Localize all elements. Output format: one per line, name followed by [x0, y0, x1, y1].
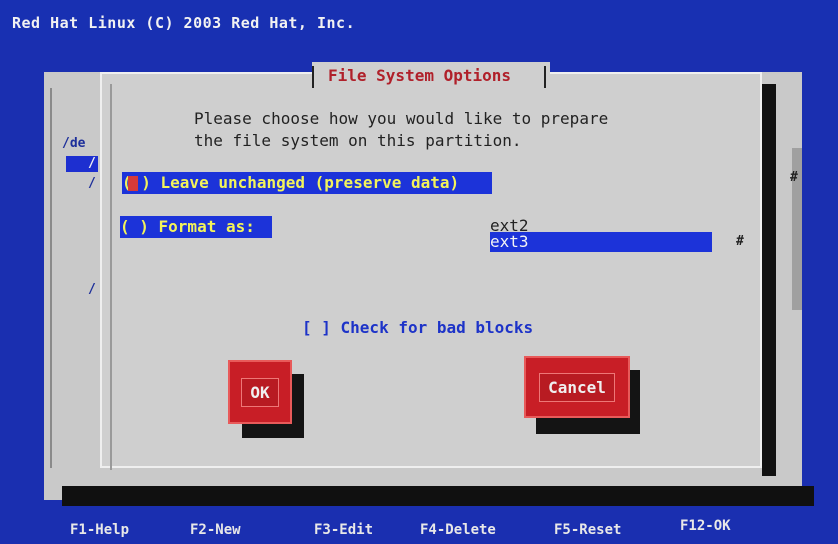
- dialog-title-divider-left: [312, 66, 314, 88]
- format-as-radio[interactable]: ( ) Format as:: [120, 216, 272, 238]
- installer-title: Red Hat Linux (C) 2003 Red Hat, Inc.: [12, 14, 356, 32]
- cancel-button[interactable]: Cancel: [524, 356, 630, 418]
- f3-edit-key[interactable]: F3-Edit: [314, 522, 373, 538]
- partition-window-edge: [50, 88, 52, 468]
- partition-label-2: /: [88, 176, 96, 191]
- dialog-title-divider-right: [544, 66, 546, 88]
- scrollbar-thumb[interactable]: #: [790, 170, 798, 185]
- f4-delete-key[interactable]: F4-Delete: [420, 522, 496, 538]
- filesystem-option-ext3[interactable]: ext3: [490, 232, 712, 252]
- partition-window-shadow: [62, 486, 814, 506]
- dialog-prompt: Please choose how you would like to prep…: [194, 108, 608, 152]
- cancel-button-label: Cancel: [539, 372, 615, 402]
- check-bad-blocks-checkbox[interactable]: [ ] Check for bad blocks: [302, 318, 533, 337]
- prompt-line-1: Please choose how you would like to prep…: [194, 109, 609, 128]
- filesystem-list-scroll-marker[interactable]: #: [736, 234, 744, 249]
- f5-reset-key[interactable]: F5-Reset: [554, 522, 621, 538]
- f2-new-key[interactable]: F2-New: [190, 522, 241, 538]
- leave-unchanged-radio[interactable]: ( ) Leave unchanged (preserve data): [122, 172, 492, 194]
- prompt-line-2: the file system on this partition.: [194, 131, 522, 150]
- ok-button[interactable]: OK: [228, 360, 292, 424]
- text-cursor: [128, 176, 138, 191]
- partition-label-3: /: [88, 282, 96, 297]
- partition-label-dev: /de: [62, 136, 86, 151]
- f1-help-key[interactable]: F1-Help: [70, 522, 129, 538]
- dialog-shadow: [762, 84, 776, 476]
- partition-label-root: /: [88, 156, 96, 171]
- dialog-title: File System Options: [328, 66, 512, 85]
- ok-button-label: OK: [241, 377, 279, 407]
- f12-ok-key[interactable]: F12-OK: [680, 518, 731, 534]
